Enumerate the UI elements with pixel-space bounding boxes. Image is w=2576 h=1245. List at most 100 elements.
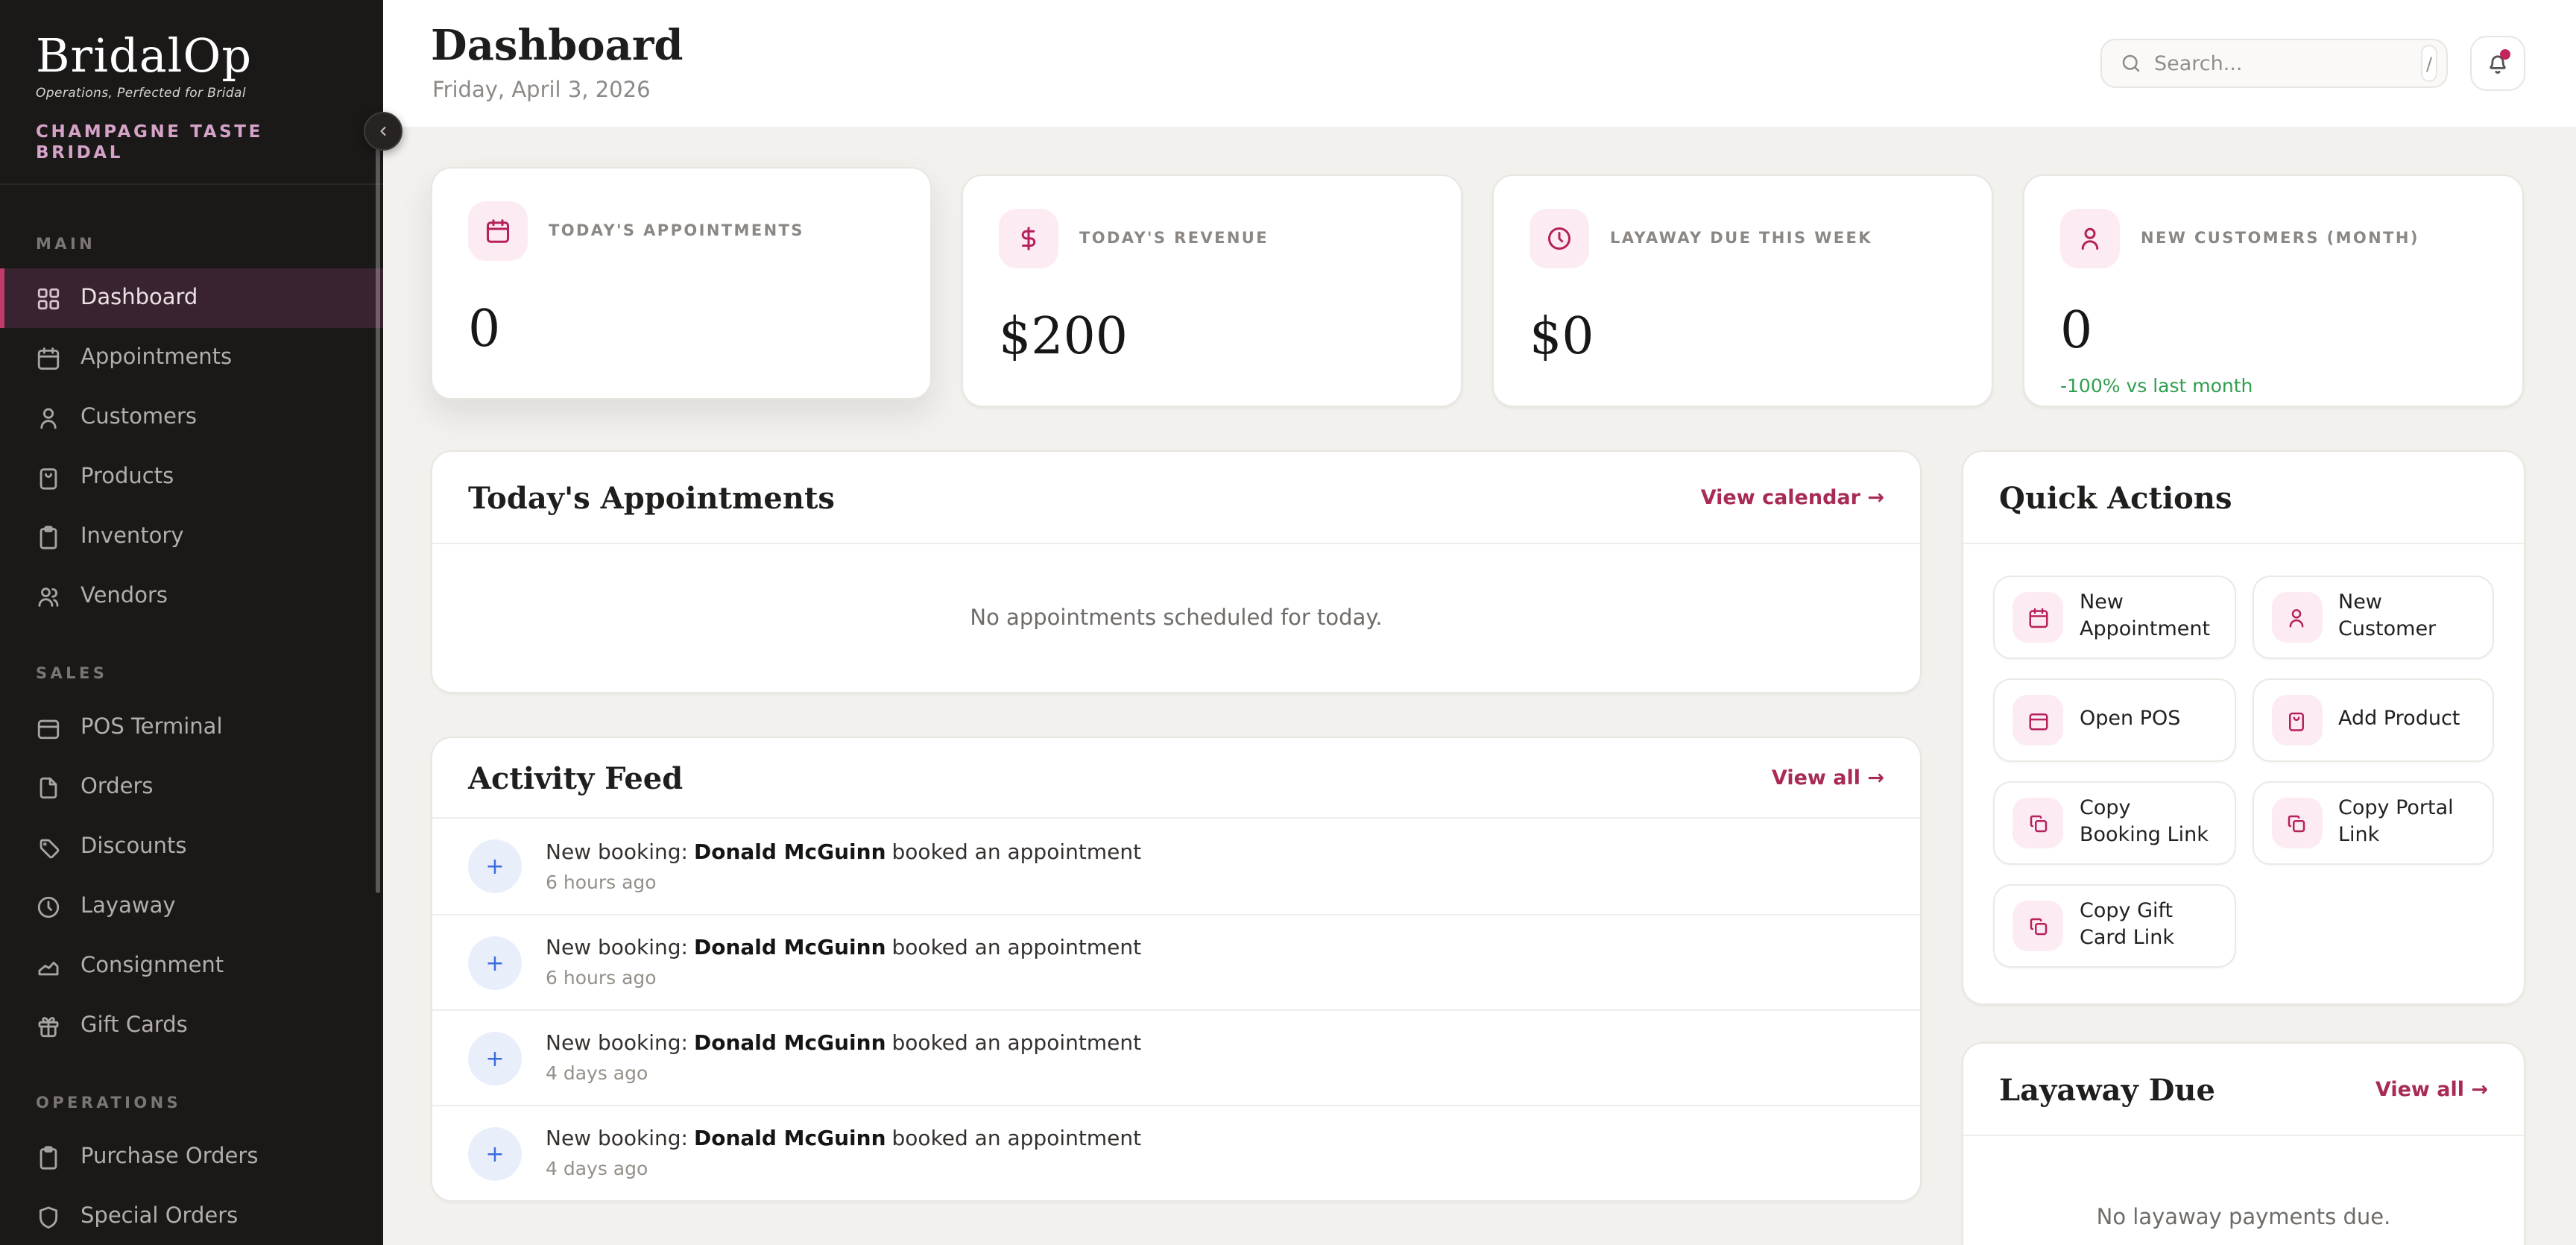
nav-section-sales: SALES: [36, 665, 347, 683]
stat-value: 0: [468, 300, 894, 359]
search-box[interactable]: /: [2100, 39, 2448, 88]
stat-label: TODAY'S APPOINTMENTS: [549, 222, 804, 240]
activity-row[interactable]: + New booking:Donald McGuinnbooked an ap…: [432, 914, 1920, 1009]
view-calendar-link[interactable]: View calendar →: [1701, 485, 1884, 509]
activity-prefix: New booking:: [546, 1127, 688, 1151]
sidebar-item-label: Inventory: [80, 525, 184, 549]
copy-gift-card-link-button[interactable]: Copy Gift Card Link: [1993, 884, 2235, 968]
nav-section-operations: OPERATIONS: [36, 1094, 347, 1112]
activity-suffix: booked an appointment: [892, 1127, 1142, 1151]
user-icon: [2060, 209, 2120, 268]
copy-booking-link-button[interactable]: Copy Booking Link: [1993, 781, 2235, 865]
user-icon: [36, 405, 61, 430]
activity-customer-name: Donald McGuinn: [694, 1127, 886, 1151]
main-area: Dashboard Friday, April 3, 2026 / TODAY'…: [383, 0, 2576, 1245]
brand-block: BridalOp Operations, Perfected for Brida…: [0, 0, 383, 183]
stat-card-new-customers[interactable]: NEW CUSTOMERS (MONTH) 0 -100% vs last mo…: [2023, 174, 2524, 407]
search-shortcut-badge: /: [2421, 45, 2437, 82]
grid-icon: [36, 286, 61, 311]
sidebar-item-purchase-orders[interactable]: Purchase Orders: [0, 1127, 383, 1187]
panel-title: Activity Feed: [468, 760, 683, 795]
copy-portal-link-button[interactable]: Copy Portal Link: [2252, 781, 2494, 865]
notifications-button[interactable]: [2470, 36, 2525, 91]
activity-suffix: booked an appointment: [892, 840, 1142, 864]
add-product-button[interactable]: Add Product: [2252, 678, 2494, 762]
right-column: Quick Actions New Appointment New Custom…: [1962, 450, 2525, 1245]
layaway-empty-state: No layaway payments due.: [1963, 1136, 2524, 1245]
content-area: TODAY'S APPOINTMENTS 0 TODAY'S REVENUE $…: [383, 127, 2576, 1245]
activity-row[interactable]: + New booking:Donald McGuinnbooked an ap…: [432, 1105, 1920, 1200]
sidebar-item-label: Consignment: [80, 954, 224, 978]
copy-icon: [2012, 901, 2063, 951]
sidebar-item-customers[interactable]: Customers: [0, 388, 383, 447]
activity-row[interactable]: + New booking:Donald McGuinnbooked an ap…: [432, 819, 1920, 914]
sidebar-item-label: Dashboard: [80, 286, 198, 310]
activity-timestamp: 6 hours ago: [546, 870, 1141, 892]
stat-card-layaway-due[interactable]: LAYAWAY DUE THIS WEEK $0: [1492, 174, 1993, 407]
layaway-due-panel: Layaway Due View all → No layaway paymen…: [1962, 1042, 2525, 1245]
stats-row: TODAY'S APPOINTMENTS 0 TODAY'S REVENUE $…: [431, 174, 2576, 407]
sidebar-collapse-button[interactable]: [364, 112, 402, 151]
sidebar-item-gift-cards[interactable]: Gift Cards: [0, 996, 383, 1056]
view-all-activity-link[interactable]: View all →: [1772, 766, 1884, 789]
sidebar-item-label: Vendors: [80, 584, 168, 608]
stat-card-appointments[interactable]: TODAY'S APPOINTMENTS 0: [431, 167, 932, 400]
sidebar-item-products[interactable]: Products: [0, 447, 383, 507]
stat-card-revenue[interactable]: TODAY'S REVENUE $200: [962, 174, 1462, 407]
activity-customer-name: Donald McGuinn: [694, 1032, 886, 1056]
sidebar: BridalOp Operations, Perfected for Brida…: [0, 0, 383, 1245]
stat-value: 0: [2060, 301, 2487, 361]
quick-actions-grid: New Appointment New Customer Open POS: [1963, 544, 2524, 1003]
calendar-icon: [36, 345, 61, 371]
panel-title: Quick Actions: [1999, 479, 2232, 515]
new-customer-button[interactable]: New Customer: [2252, 576, 2494, 659]
clipboard-icon: [36, 1144, 61, 1170]
card-icon: [2012, 695, 2063, 746]
new-appointment-button[interactable]: New Appointment: [1993, 576, 2235, 659]
page-date: Friday, April 3, 2026: [432, 79, 651, 103]
search-icon: [2120, 52, 2142, 75]
shield-icon: [36, 1204, 61, 1229]
view-all-layaway-link[interactable]: View all →: [2375, 1077, 2488, 1101]
sidebar-item-dashboard[interactable]: Dashboard: [0, 268, 383, 328]
sidebar-item-consignment[interactable]: Consignment: [0, 936, 383, 996]
panel-title: Layaway Due: [1999, 1071, 2215, 1107]
card-icon: [36, 715, 61, 740]
sidebar-item-discounts[interactable]: Discounts: [0, 817, 383, 877]
sidebar-item-special-orders[interactable]: Special Orders: [0, 1187, 383, 1245]
appointments-empty-state: No appointments scheduled for today.: [432, 544, 1920, 692]
stat-label: TODAY'S REVENUE: [1079, 230, 1269, 248]
activity-customer-name: Donald McGuinn: [694, 840, 886, 864]
plus-icon: +: [468, 839, 522, 893]
search-input[interactable]: [2142, 51, 2421, 75]
notification-dot: [2500, 49, 2510, 60]
user-icon: [2271, 592, 2322, 643]
activity-prefix: New booking:: [546, 936, 688, 960]
sidebar-nav: MAIN Dashboard Appointments Customers Pr…: [0, 185, 383, 1245]
sidebar-item-vendors[interactable]: Vendors: [0, 567, 383, 626]
sidebar-item-label: POS Terminal: [80, 716, 223, 740]
sidebar-item-label: Customers: [80, 406, 197, 429]
area-chart-icon: [36, 954, 61, 979]
open-pos-button[interactable]: Open POS: [1993, 678, 2235, 762]
plus-icon: +: [468, 1126, 522, 1180]
sidebar-scrollbar[interactable]: [376, 140, 380, 893]
sidebar-item-inventory[interactable]: Inventory: [0, 507, 383, 567]
stat-label: NEW CUSTOMERS (MONTH): [2141, 230, 2419, 248]
sidebar-item-label: Purchase Orders: [80, 1145, 258, 1169]
activity-row[interactable]: + New booking:Donald McGuinnbooked an ap…: [432, 1009, 1920, 1105]
sidebar-item-layaway[interactable]: Layaway: [0, 877, 383, 936]
copy-icon: [2012, 798, 2063, 848]
stat-value: $0: [1530, 307, 1956, 367]
sidebar-item-appointments[interactable]: Appointments: [0, 328, 383, 388]
stat-value: $200: [999, 307, 1425, 367]
bag-icon: [2271, 695, 2322, 746]
left-column: Today's Appointments View calendar → No …: [431, 450, 1922, 1202]
activity-timestamp: 4 days ago: [546, 1157, 1141, 1179]
sidebar-item-label: Layaway: [80, 895, 176, 918]
app-root: BridalOp Operations, Perfected for Brida…: [0, 0, 2576, 1245]
sidebar-item-pos-terminal[interactable]: POS Terminal: [0, 698, 383, 757]
dollar-icon: [999, 209, 1058, 268]
sidebar-item-orders[interactable]: Orders: [0, 757, 383, 817]
sidebar-item-label: Appointments: [80, 346, 232, 370]
